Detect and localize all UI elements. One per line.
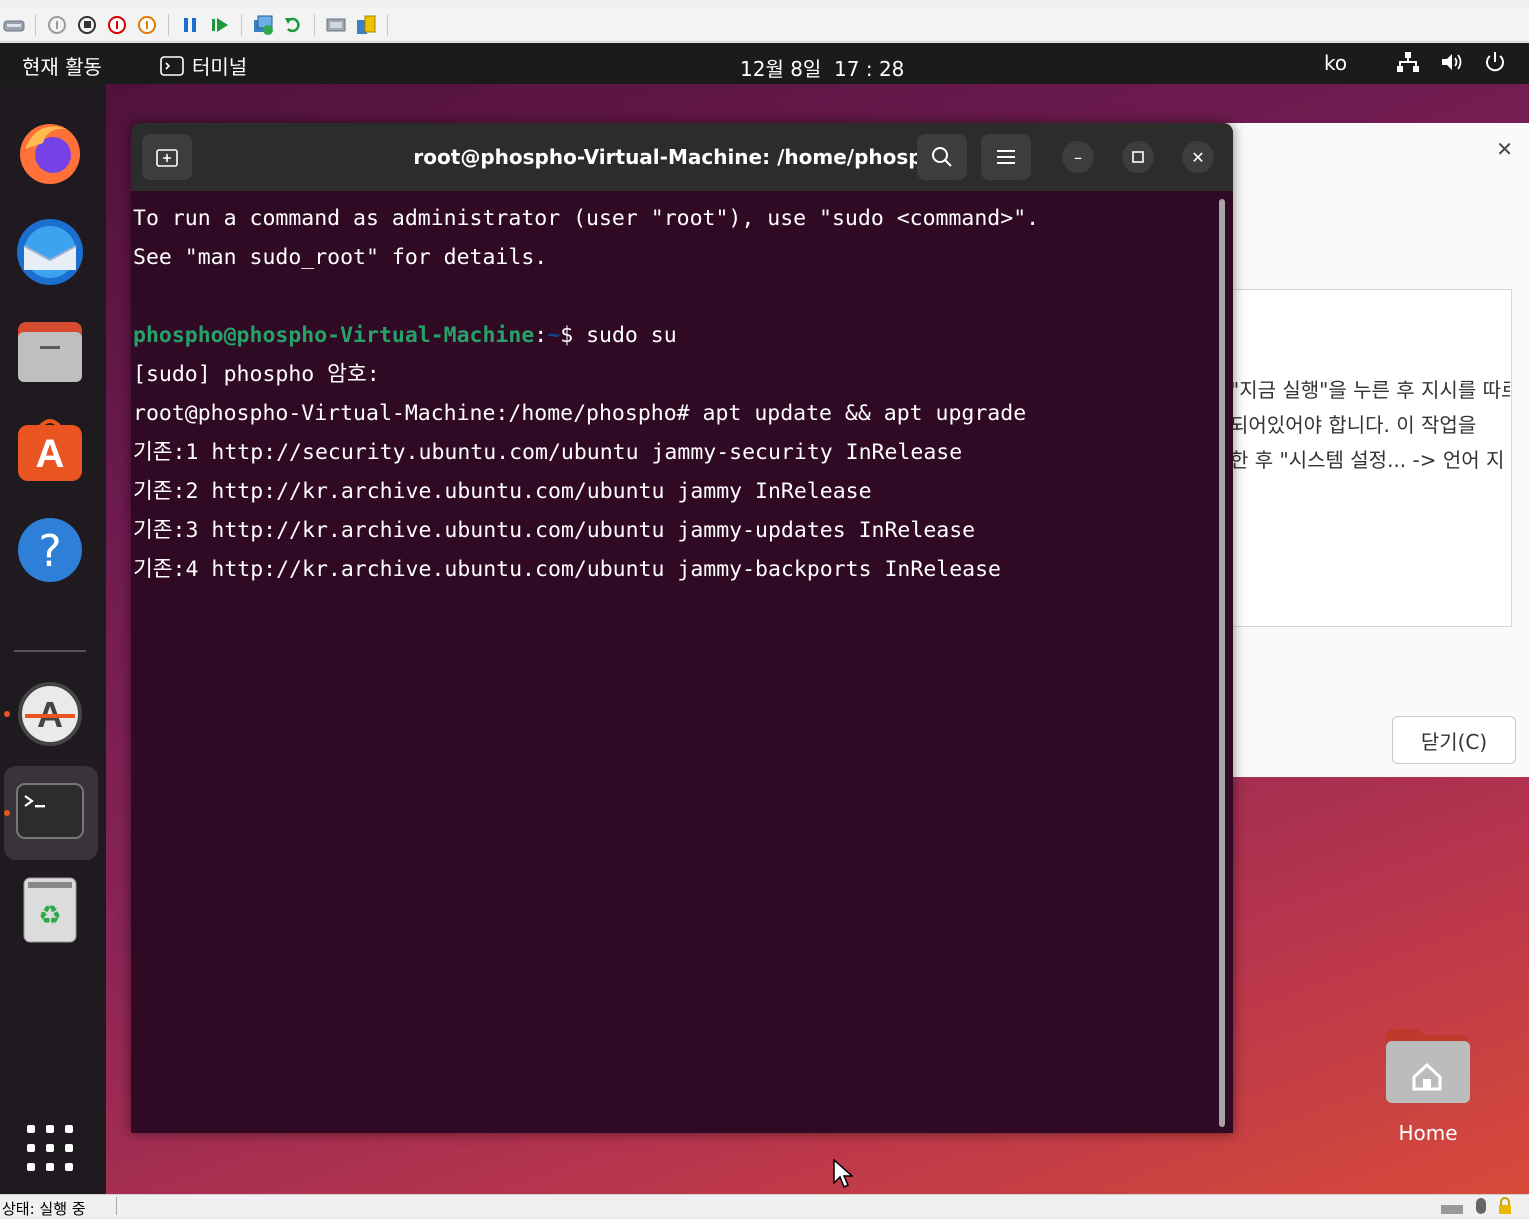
help-icon[interactable]: ? xyxy=(14,514,86,586)
terminal-line: root@phospho-Virtual-Machine:/home/phosp… xyxy=(133,401,1027,426)
terminal-line: 기존:3 http://kr.archive.ubuntu.com/ubuntu… xyxy=(133,518,976,543)
gnome-top-bar: 현재 활동 터미널 12월 8일 17 : 28 ko xyxy=(0,43,1529,84)
terminal-line: 기존:4 http://kr.archive.ubuntu.com/ubuntu… xyxy=(133,557,1001,582)
close-icon: ✕ xyxy=(1191,147,1205,167)
app-name: 터미널 xyxy=(192,55,248,79)
keyboard-icon xyxy=(1441,1205,1463,1214)
ctrl-alt-del-icon[interactable] xyxy=(2,13,26,37)
dialog-message: 한 후 "시스템 설정... -> 언어 지 xyxy=(1230,443,1510,478)
vm-screen[interactable]: 현재 활동 터미널 12월 8일 17 : 28 ko A ? ♻ ✕ "지금 … xyxy=(0,43,1529,1194)
terminal-window[interactable]: root@phospho-Virtual-Machine: /home/phos… xyxy=(131,123,1233,1133)
turn-off-icon[interactable] xyxy=(75,13,99,37)
dialog-line: "지금 실행"을 누른 후 지시를 따르 xyxy=(1230,378,1510,402)
home-folder-label: Home xyxy=(1398,1121,1458,1145)
dialog-message: 되어있어야 합니다. 이 작업을 xyxy=(1230,408,1510,443)
terminal-line: 기존:2 http://kr.archive.ubuntu.com/ubuntu… xyxy=(133,479,872,504)
host-toolbar xyxy=(0,8,1529,42)
search-icon xyxy=(932,147,952,167)
ubuntu-dock: A ? A ♻ xyxy=(0,84,106,1194)
prompt-command: $ sudo su xyxy=(560,323,677,348)
checkpoint-icon[interactable] xyxy=(251,13,275,37)
show-apps-icon[interactable] xyxy=(14,1112,86,1184)
running-indicator xyxy=(4,810,10,816)
terminal-line: 기존:1 http://security.ubuntu.com/ubuntu j… xyxy=(133,440,963,465)
svg-text:♻: ♻ xyxy=(38,901,61,931)
maximize-button[interactable] xyxy=(1122,141,1154,173)
terminal-output[interactable]: To run a command as administrator (user … xyxy=(131,191,1233,589)
toolbar-separator xyxy=(241,13,242,36)
terminal-line: To run a command as administrator (user … xyxy=(133,206,1040,231)
volume-icon xyxy=(1442,54,1462,70)
thunderbird-icon[interactable] xyxy=(14,216,86,288)
close-icon[interactable]: ✕ xyxy=(1496,137,1513,161)
svg-text:A: A xyxy=(36,432,65,476)
pause-icon[interactable] xyxy=(178,13,202,37)
dialog-line: 되어있어야 합니다. 이 작업을 xyxy=(1230,413,1477,437)
toolbar-separator xyxy=(387,13,388,36)
mouse-cursor-icon xyxy=(833,1159,853,1189)
maximize-icon xyxy=(1132,151,1144,163)
close-button[interactable]: 닫기(C) xyxy=(1392,716,1516,764)
terminal-scrollbar[interactable] xyxy=(1219,199,1225,1127)
toolbar-separator xyxy=(314,13,315,36)
home-folder-icon[interactable] xyxy=(1384,1027,1470,1105)
software-updater-icon[interactable]: A xyxy=(14,678,86,750)
toolbar-separator xyxy=(168,13,169,36)
hamburger-icon xyxy=(997,150,1015,164)
menu-button[interactable] xyxy=(981,134,1031,180)
system-tray[interactable] xyxy=(1396,51,1506,73)
power-icon xyxy=(1486,52,1504,72)
status-separator xyxy=(116,1197,117,1215)
minimize-icon: – xyxy=(1074,147,1082,167)
lock-icon xyxy=(1499,1197,1511,1214)
reset-icon[interactable] xyxy=(208,13,232,37)
host-menubar xyxy=(0,0,1529,8)
trash-icon[interactable]: ♻ xyxy=(14,874,86,946)
search-button[interactable] xyxy=(917,134,967,180)
running-indicator xyxy=(4,711,10,717)
files-icon[interactable] xyxy=(14,316,86,388)
terminal-prompt-line: phospho@phospho-Virtual-Machine:~$ sudo … xyxy=(133,316,1233,355)
shutdown-icon[interactable] xyxy=(105,13,129,37)
app-menu[interactable]: 터미널 xyxy=(160,51,247,80)
revert-icon[interactable] xyxy=(281,13,305,37)
terminal-icon[interactable] xyxy=(14,776,86,848)
terminal-headerbar[interactable]: root@phospho-Virtual-Machine: /home/phos… xyxy=(131,123,1233,191)
prompt-path: ~ xyxy=(547,323,561,348)
terminal-line: [sudo] phospho 암호: xyxy=(133,362,380,387)
terminal-line: See "man sudo_root" for details. xyxy=(133,245,548,270)
host-statusbar: 상태: 실행 중 xyxy=(0,1194,1529,1218)
input-language[interactable]: ko xyxy=(1324,51,1347,75)
app-center-icon[interactable]: A xyxy=(14,414,86,486)
save-icon[interactable] xyxy=(135,13,159,37)
terminal-small-icon xyxy=(160,55,184,76)
close-button[interactable]: ✕ xyxy=(1182,141,1214,173)
network-icon xyxy=(1397,52,1419,72)
mouse-icon xyxy=(1476,1198,1486,1214)
toolbar-separator xyxy=(35,13,36,36)
share-icon[interactable] xyxy=(354,13,378,37)
clock[interactable]: 12월 8일 17 : 28 xyxy=(740,53,904,82)
enhanced-session-icon[interactable] xyxy=(324,13,348,37)
svg-text:?: ? xyxy=(38,526,61,577)
dialog-line: 한 후 "시스템 설정... -> 언어 지 xyxy=(1230,448,1505,472)
activities-button[interactable]: 현재 활동 xyxy=(22,51,102,80)
dock-separator xyxy=(14,650,86,652)
dialog-message: "지금 실행"을 누른 후 지시를 따르 xyxy=(1230,373,1510,408)
start-icon[interactable] xyxy=(45,13,69,37)
firefox-icon[interactable] xyxy=(14,116,86,188)
prompt-user: phospho@phospho-Virtual-Machine xyxy=(133,323,535,348)
minimize-button[interactable]: – xyxy=(1062,141,1094,173)
prompt-colon: : xyxy=(534,323,548,348)
